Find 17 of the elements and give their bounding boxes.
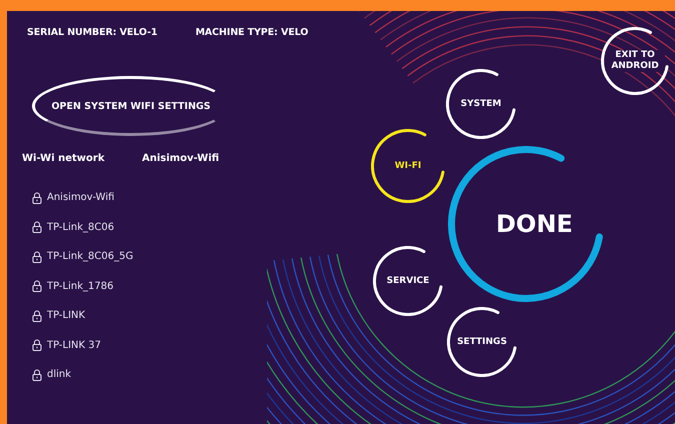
network-item[interactable]: Anisimov-Wifi	[32, 189, 262, 206]
menu-button[interactable]: DONE	[448, 146, 604, 302]
menu-button[interactable]: SYSTEM	[446, 69, 516, 139]
machine-type: MACHINE TYPE: VELO	[195, 27, 308, 38]
network-item[interactable]: TP-Link_1786	[32, 278, 262, 294]
menu-button[interactable]: SERVICE	[373, 246, 443, 316]
menu-button[interactable]: EXIT TO ANDROID	[601, 27, 669, 95]
serial-number: SERIAL NUMBER: VELO-1	[27, 27, 158, 38]
network-item[interactable]: TP-Link_8C06_5G	[32, 248, 262, 265]
network-item[interactable]: TP-LINK 37	[32, 336, 262, 354]
network-item[interactable]: TP-Link_8C06	[32, 218, 262, 236]
menu-button[interactable]: SETTINGS	[447, 307, 517, 377]
network-label: Wi-Wi network	[22, 153, 106, 164]
menu-button[interactable]: WI-FI	[371, 129, 445, 203]
network-item[interactable]: TP-LINK	[32, 307, 262, 324]
network-value: Anisimov-Wifi	[142, 153, 220, 164]
network-item[interactable]: dlink	[32, 366, 262, 383]
